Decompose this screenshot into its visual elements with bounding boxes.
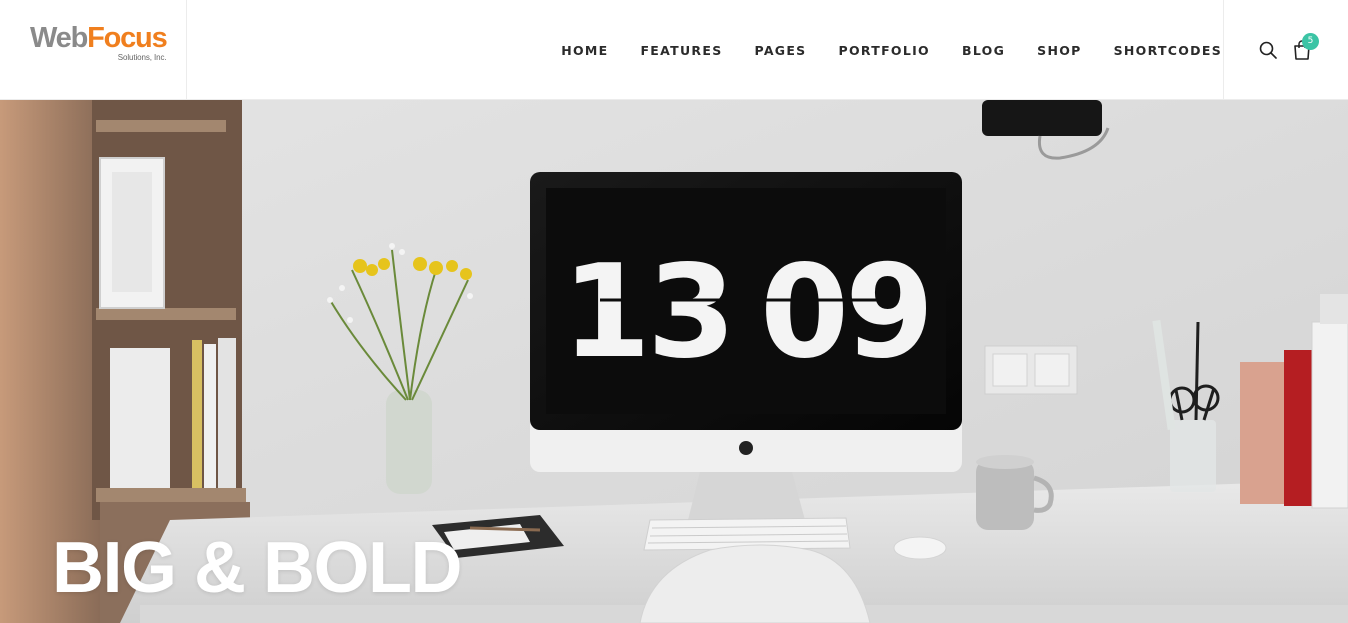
nav-item-portfolio[interactable]: PORTFOLIO: [839, 43, 931, 58]
hero-title: BIG & BOLD: [52, 528, 462, 608]
logo-tagline: Solutions, Inc.: [117, 53, 167, 62]
nav-item-shortcodes[interactable]: SHORTCODES: [1114, 43, 1222, 58]
header-tools: 5: [1223, 0, 1348, 100]
hero-banner: 13 09 BIG & BOLD: [0, 100, 1348, 623]
nav-item-home[interactable]: HOME: [561, 43, 608, 58]
search-icon[interactable]: [1258, 40, 1278, 60]
nav-item-shop[interactable]: SHOP: [1037, 43, 1081, 58]
logo-container: WebFocus Solutions, Inc.: [0, 0, 187, 100]
logo-wordmark: WebFocus: [30, 22, 168, 54]
clock-minutes: 09: [760, 238, 930, 387]
nav-item-features[interactable]: FEATURES: [640, 43, 722, 58]
site-header: WebFocus Solutions, Inc. HOME FEATURES P…: [0, 0, 1348, 100]
logo-web-text: Web: [30, 22, 88, 54]
nav-item-pages[interactable]: PAGES: [755, 43, 807, 58]
clock-hours: 13: [562, 238, 732, 387]
main-navigation: HOME FEATURES PAGES PORTFOLIO BLOG SHOP …: [529, 0, 1222, 100]
site-logo[interactable]: WebFocus Solutions, Inc.: [30, 22, 168, 62]
cart-count-badge: 5: [1302, 33, 1319, 50]
logo-focus-text: Focus: [87, 22, 168, 54]
nav-item-blog[interactable]: BLOG: [962, 43, 1005, 58]
